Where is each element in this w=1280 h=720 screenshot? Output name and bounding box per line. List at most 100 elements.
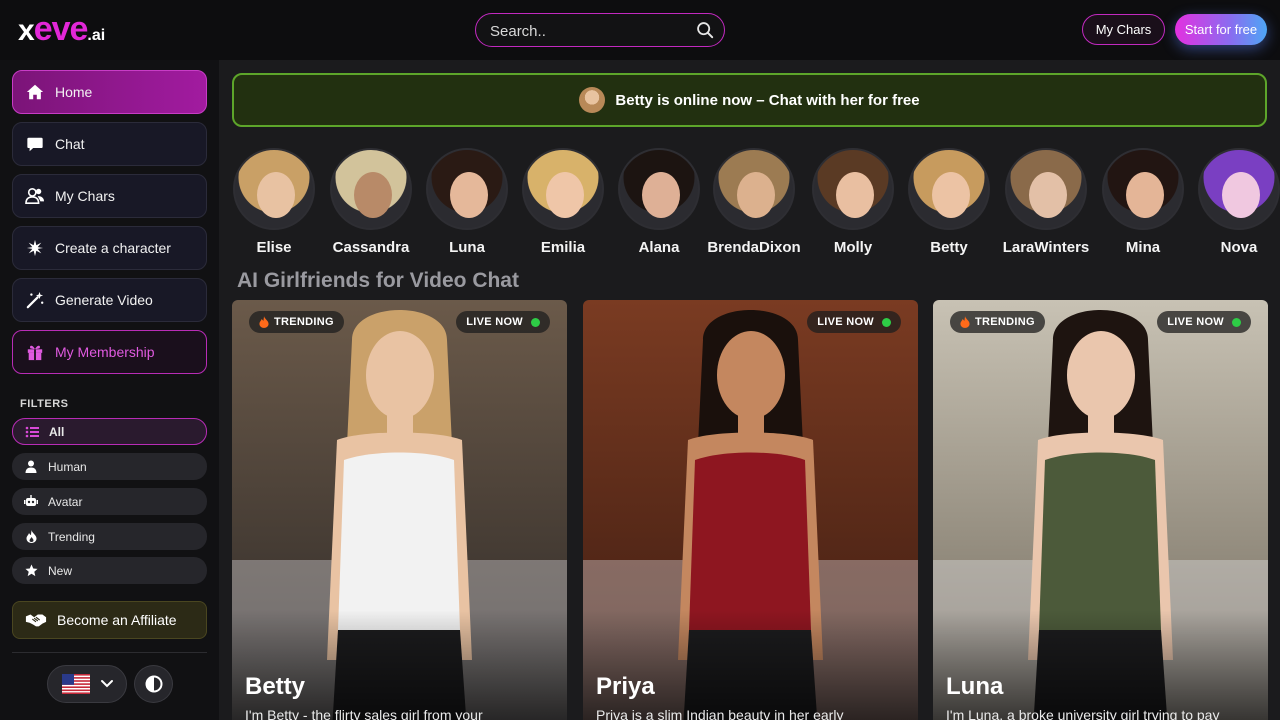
nav-create-character-label: Create a character xyxy=(55,240,171,256)
trending-label: TRENDING xyxy=(274,316,334,328)
story-face xyxy=(1126,172,1164,218)
story-face xyxy=(354,172,392,218)
story-item[interactable]: Alana xyxy=(611,148,707,256)
story-face xyxy=(1222,172,1260,218)
story-avatar xyxy=(233,148,315,230)
story-name: BrendaDixon xyxy=(707,239,801,256)
story-avatar xyxy=(1005,148,1087,230)
filter-trending-label: Trending xyxy=(48,529,95,544)
handshake-icon xyxy=(25,614,47,627)
nav-generate-video[interactable]: Generate Video xyxy=(12,278,207,322)
character-card[interactable]: TRENDING LIVE NOW Betty I'm Betty - the fli… xyxy=(232,300,567,720)
logo-ai: .ai xyxy=(87,27,106,44)
language-selector[interactable] xyxy=(47,665,127,703)
become-affiliate-button[interactable]: Become an Affiliate xyxy=(12,601,207,639)
character-name: Betty xyxy=(245,673,306,700)
story-item[interactable]: Betty xyxy=(901,148,997,256)
story-name: Emilia xyxy=(540,239,586,256)
character-card[interactable]: LIVE NOW Priya Priya is a slim Indian beau… xyxy=(583,300,918,720)
story-item[interactable]: Mina xyxy=(1095,148,1191,256)
filters-title: FILTERS xyxy=(20,398,69,410)
trending-label: TRENDING xyxy=(975,316,1035,328)
trending-badge: TRENDING xyxy=(249,311,344,333)
star-icon xyxy=(24,564,38,578)
banner-text: Betty is online now – Chat with her for … xyxy=(615,91,920,109)
nav-home-label: Home xyxy=(55,84,93,100)
logo-eve: eve xyxy=(33,10,89,48)
filter-all-label: All xyxy=(49,424,65,439)
story-name: Molly xyxy=(833,239,873,256)
trending-badge: TRENDING xyxy=(950,311,1045,333)
flame-icon xyxy=(24,530,38,544)
theme-toggle-button[interactable] xyxy=(134,665,173,703)
story-item[interactable]: Molly xyxy=(805,148,901,256)
filter-new[interactable]: New xyxy=(12,557,207,584)
story-face xyxy=(836,172,874,218)
story-avatar xyxy=(713,148,795,230)
story-face xyxy=(737,172,775,218)
story-avatar xyxy=(618,148,700,230)
story-avatar xyxy=(426,148,508,230)
character-description: Priya is a slim Indian beauty in her ear… xyxy=(596,707,844,720)
story-avatar xyxy=(522,148,604,230)
story-item[interactable]: BrendaDixon xyxy=(706,148,802,256)
nav-my-membership[interactable]: My Membership xyxy=(12,330,207,374)
story-avatar xyxy=(1102,148,1184,230)
nav-create-character[interactable]: Create a character xyxy=(12,226,207,270)
story-item[interactable]: Cassandra xyxy=(323,148,419,256)
start-for-free-button[interactable]: Start for free xyxy=(1175,14,1267,45)
story-item[interactable]: Luna xyxy=(419,148,515,256)
nav-chat[interactable]: Chat xyxy=(12,122,207,166)
live-dot xyxy=(882,317,891,327)
character-card[interactable]: TRENDING LIVE NOW Luna I'm Luna, a broke un… xyxy=(933,300,1268,720)
nav-home[interactable]: Home xyxy=(12,70,207,114)
search-icon[interactable] xyxy=(696,21,714,39)
live-now-label: LIVE NOW xyxy=(1167,316,1224,328)
search-input[interactable] xyxy=(490,21,690,41)
my-chars-button[interactable]: My Chars xyxy=(1082,14,1165,45)
online-banner[interactable]: Betty is online now – Chat with her for … xyxy=(232,73,1267,127)
search-box xyxy=(475,13,725,47)
character-description: I'm Betty - the flirty sales girl from y… xyxy=(245,707,483,720)
story-avatar xyxy=(330,148,412,230)
story-face xyxy=(450,172,488,218)
story-face xyxy=(932,172,970,218)
story-face xyxy=(257,172,295,218)
filter-human[interactable]: Human xyxy=(12,453,207,480)
live-now-label: LIVE NOW xyxy=(466,316,523,328)
story-item[interactable]: Emilia xyxy=(515,148,611,256)
logo[interactable]: xeve.ai xyxy=(18,10,105,49)
story-item[interactable]: LaraWinters xyxy=(998,148,1094,256)
list-icon xyxy=(25,425,39,439)
flame-icon xyxy=(259,316,269,328)
gift-icon xyxy=(25,342,45,362)
sparkle-icon xyxy=(25,238,45,258)
nav-my-chars-label: My Chars xyxy=(55,188,115,204)
story-face xyxy=(546,172,584,218)
sidebar: Home Chat My Chars Create a character Ge… xyxy=(0,60,219,720)
home-icon xyxy=(25,82,45,102)
story-name: Nova xyxy=(1220,239,1258,256)
filter-all[interactable]: All xyxy=(12,418,207,445)
us-flag-icon xyxy=(62,674,90,694)
filter-trending[interactable]: Trending xyxy=(12,523,207,550)
story-item[interactable]: Elise xyxy=(226,148,322,256)
filter-avatar[interactable]: Avatar xyxy=(12,488,207,515)
nav-generate-video-label: Generate Video xyxy=(55,292,153,308)
live-dot xyxy=(1232,317,1241,327)
stories-row: Elise Cassandra Luna Emilia Alana BrendaDixon… xyxy=(219,148,1280,258)
nav-my-chars[interactable]: My Chars xyxy=(12,174,207,218)
filter-new-label: New xyxy=(48,563,73,578)
character-description: I'm Luna, a broke university girl trying… xyxy=(946,707,1220,720)
story-name: LaraWinters xyxy=(1002,239,1090,256)
users-icon xyxy=(25,186,45,206)
logo-x: x xyxy=(18,14,35,47)
live-now-badge: LIVE NOW xyxy=(456,311,550,333)
magic-wand-icon xyxy=(25,290,45,310)
section-title: AI Girlfriends for Video Chat xyxy=(237,269,519,292)
character-name: Priya xyxy=(596,673,655,700)
story-item[interactable]: Nova xyxy=(1191,148,1280,256)
nav-chat-label: Chat xyxy=(55,136,85,152)
story-name: Cassandra xyxy=(332,239,410,256)
card-shade xyxy=(933,610,1268,720)
